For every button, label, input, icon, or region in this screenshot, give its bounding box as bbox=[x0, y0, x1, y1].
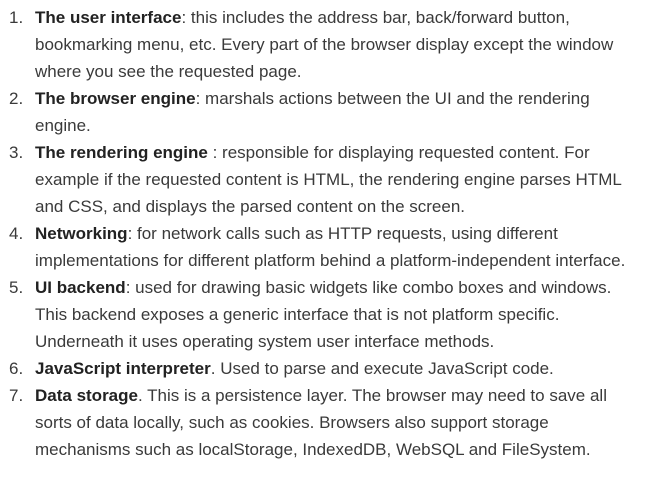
list-item: 1. The user interface: this includes the… bbox=[0, 4, 656, 85]
list-item: 3. The rendering engine : responsible fo… bbox=[0, 139, 656, 220]
item-term: UI backend bbox=[35, 278, 126, 297]
item-content: Data storage. This is a persistence laye… bbox=[35, 382, 644, 463]
item-number: 3. bbox=[9, 143, 24, 162]
item-content: JavaScript interpreter. Used to parse an… bbox=[35, 355, 644, 382]
item-term: The user interface bbox=[35, 8, 182, 27]
item-content: UI backend: used for drawing basic widge… bbox=[35, 274, 644, 355]
list-item: 2. The browser engine: marshals actions … bbox=[0, 85, 656, 139]
item-content: The rendering engine : responsible for d… bbox=[35, 139, 644, 220]
item-term: The rendering engine bbox=[35, 143, 208, 162]
browser-components-list: 1. The user interface: this includes the… bbox=[0, 0, 656, 463]
item-number: 7. bbox=[9, 386, 24, 405]
list-item: 7. Data storage. This is a persistence l… bbox=[0, 382, 656, 463]
item-number: 4. bbox=[9, 224, 24, 243]
item-number: 5. bbox=[9, 278, 24, 297]
list-item: 4. Networking: for network calls such as… bbox=[0, 220, 656, 274]
item-number: 2. bbox=[9, 89, 24, 108]
item-content: The user interface: this includes the ad… bbox=[35, 4, 644, 85]
item-content: The browser engine: marshals actions bet… bbox=[35, 85, 644, 139]
item-term: Data storage bbox=[35, 386, 138, 405]
item-number: 1. bbox=[9, 8, 24, 27]
item-content: Networking: for network calls such as HT… bbox=[35, 220, 644, 274]
item-term: The browser engine bbox=[35, 89, 196, 108]
item-description: . Used to parse and execute JavaScript c… bbox=[210, 359, 554, 378]
item-term: JavaScript interpreter bbox=[35, 359, 211, 378]
item-number: 6. bbox=[9, 359, 24, 378]
list-item: 6. JavaScript interpreter. Used to parse… bbox=[0, 355, 656, 382]
item-term: Networking bbox=[35, 224, 128, 243]
list-item: 5. UI backend: used for drawing basic wi… bbox=[0, 274, 656, 355]
